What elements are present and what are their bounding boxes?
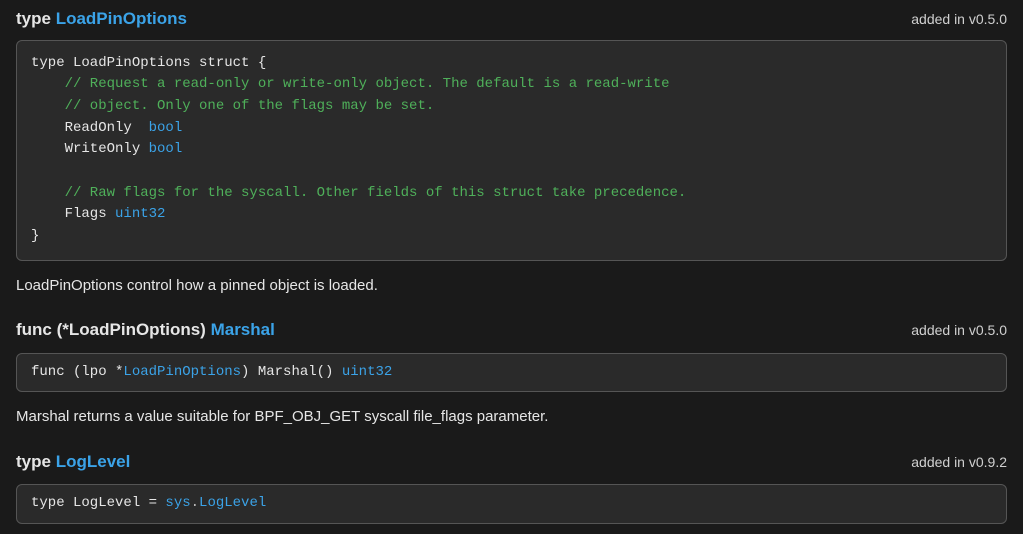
code-type[interactable]: uint32 [342,364,392,380]
kind-label: func [16,320,52,339]
code-block-loglevel: type LogLevel = sys.LogLevel [16,484,1007,524]
code-text: func (lpo * [31,364,123,380]
code-type-link[interactable]: LoadPinOptions [123,364,241,380]
code-field: WriteOnly [31,141,149,157]
kind-label: type [16,9,51,28]
receiver-label: (*LoadPinOptions) [57,320,206,339]
code-field: Flags [31,206,115,222]
section-title: type LoadPinOptions [16,6,187,32]
code-line: type LoadPinOptions struct { [31,55,266,71]
version-badge: added in v0.9.2 [911,452,1007,473]
code-text: ) Marshal() [241,364,342,380]
code-comment: // object. Only one of the flags may be … [31,98,434,114]
func-link-marshal[interactable]: Marshal [211,320,275,339]
code-block-loadpinoptions: type LoadPinOptions struct { // Request … [16,40,1007,261]
code-type-link[interactable]: LogLevel [199,495,266,511]
section-description: Marshal returns a value suitable for BPF… [0,402,1023,443]
version-badge: added in v0.5.0 [911,9,1007,30]
code-type[interactable]: bool [149,141,183,157]
code-line: } [31,228,39,244]
code-pkg-link[interactable]: sys [165,495,190,511]
section-title: type LogLevel [16,449,130,475]
section-header-loadpinoptions: type LoadPinOptions added in v0.5.0 [0,0,1023,36]
code-text: . [191,495,199,511]
code-comment: // Raw flags for the syscall. Other fiel… [31,185,686,201]
section-header-marshal: func (*LoadPinOptions) Marshal added in … [0,311,1023,347]
kind-label: type [16,452,51,471]
section-header-loglevel: type LogLevel added in v0.9.2 [0,443,1023,479]
code-type[interactable]: bool [149,120,183,136]
section-title: func (*LoadPinOptions) Marshal [16,317,275,343]
code-comment: // Request a read-only or write-only obj… [31,76,670,92]
code-field: ReadOnly [31,120,149,136]
version-badge: added in v0.5.0 [911,320,1007,341]
type-link-loglevel[interactable]: LogLevel [56,452,131,471]
section-description: LoadPinOptions control how a pinned obje… [0,271,1023,312]
doc-container: type LoadPinOptions added in v0.5.0 type… [0,0,1023,524]
code-type[interactable]: uint32 [115,206,165,222]
type-link-loadpinoptions[interactable]: LoadPinOptions [56,9,187,28]
code-block-marshal: func (lpo *LoadPinOptions) Marshal() uin… [16,353,1007,393]
code-text: type LogLevel = [31,495,165,511]
